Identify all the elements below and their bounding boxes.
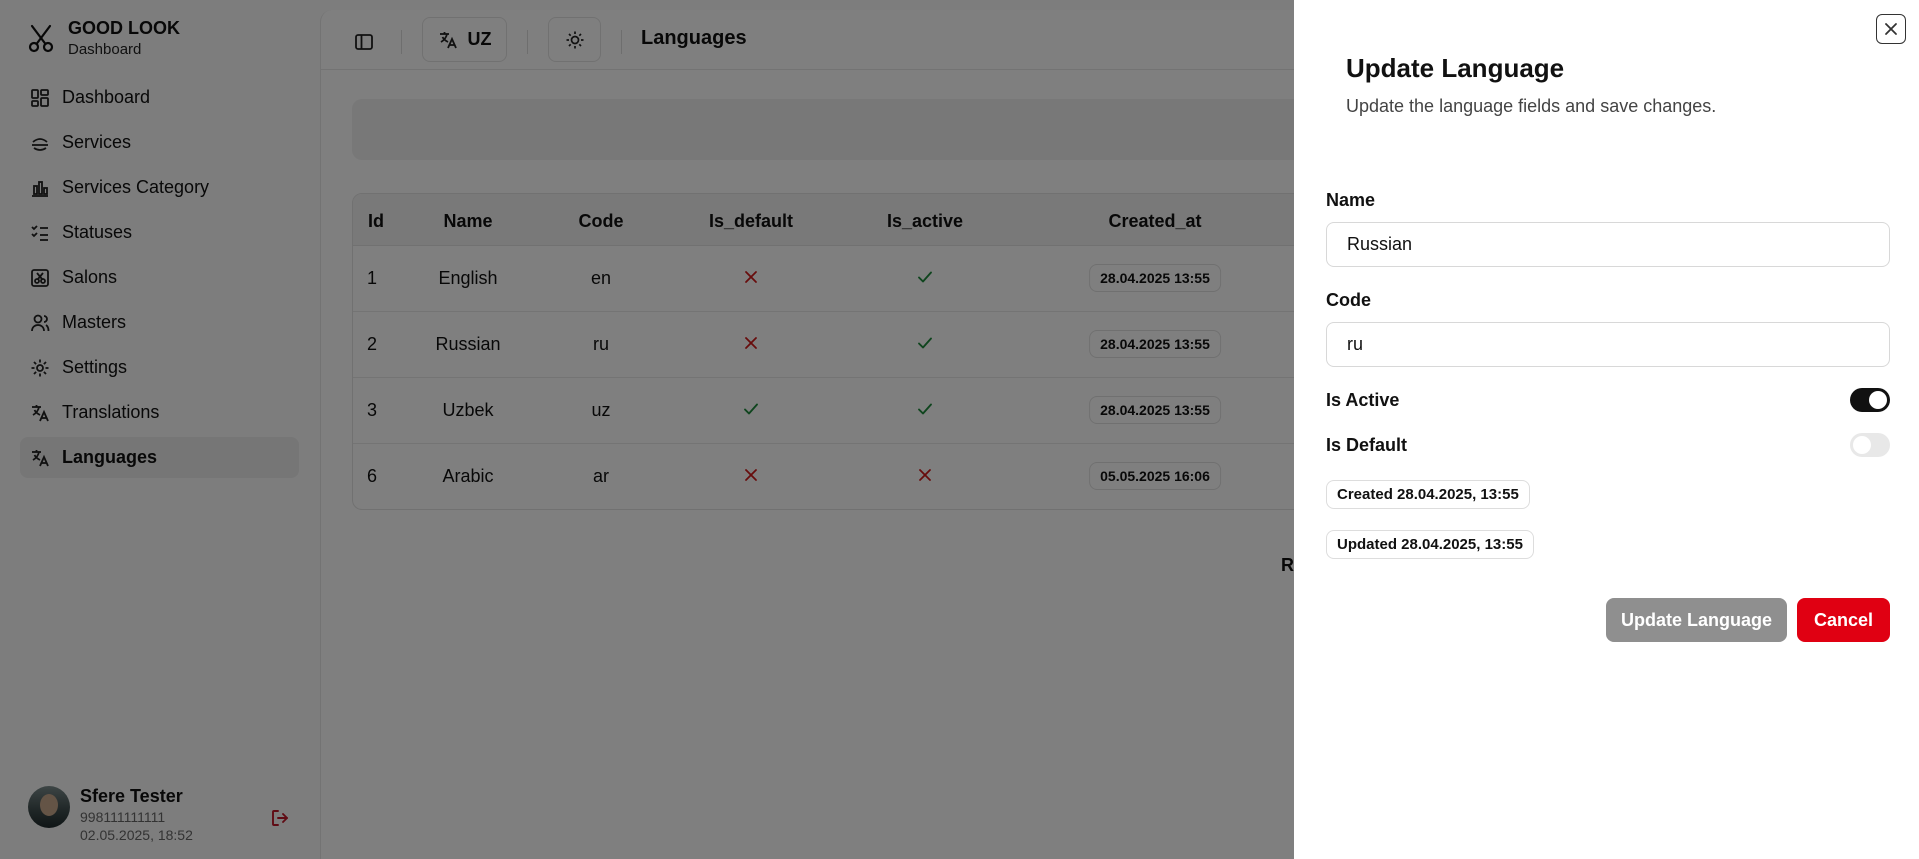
code-label: Code: [1326, 290, 1371, 310]
update-language-button[interactable]: Update Language: [1606, 598, 1787, 642]
switch-knob: [1869, 391, 1887, 409]
is-active-label: Is Active: [1326, 390, 1400, 410]
sheet-description: Update the language fields and save chan…: [1346, 96, 1717, 116]
close-button[interactable]: [1876, 14, 1906, 44]
update-language-sheet: Update Language Update the language fiel…: [1294, 0, 1919, 859]
name-label: Name: [1326, 190, 1376, 210]
sheet-title: Update Language: [1346, 53, 1565, 83]
close-icon: [1885, 23, 1897, 35]
is-active-switch[interactable]: [1850, 388, 1890, 412]
switch-knob: [1853, 436, 1871, 454]
cancel-button[interactable]: Cancel: [1797, 598, 1890, 642]
created-badge: Created 28.04.2025, 13:55: [1326, 480, 1530, 509]
updated-badge: Updated 28.04.2025, 13:55: [1326, 530, 1534, 559]
is-default-label: Is Default: [1326, 435, 1408, 455]
code-input[interactable]: [1326, 322, 1890, 367]
name-input[interactable]: [1326, 222, 1890, 267]
is-default-switch[interactable]: [1850, 433, 1890, 457]
